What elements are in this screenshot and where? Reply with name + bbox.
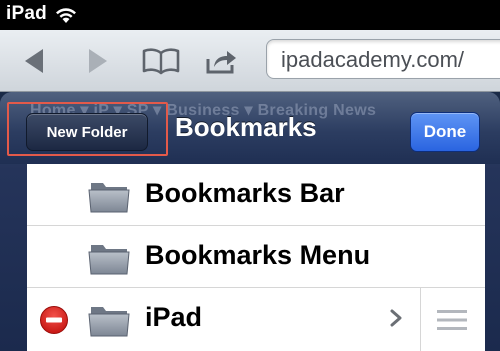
list-item-label: iPad xyxy=(145,302,203,332)
share-button[interactable] xyxy=(200,41,244,81)
bookmarks-list: Bookmarks Bar Bookmarks Menu iPad xyxy=(27,164,485,351)
open-book-icon xyxy=(142,48,180,75)
device-name: iPad xyxy=(6,3,47,24)
browser-toolbar: ipadacademy.com/ xyxy=(0,30,500,92)
divider xyxy=(420,288,421,351)
reorder-handle-icon[interactable] xyxy=(437,309,467,336)
folder-icon xyxy=(87,237,131,282)
list-item-ipad[interactable]: iPad xyxy=(27,288,485,351)
popover-title: Bookmarks xyxy=(175,112,317,142)
list-item-bookmarks-menu[interactable]: Bookmarks Menu xyxy=(27,226,485,288)
done-button[interactable]: Done xyxy=(410,112,480,152)
folder-icon xyxy=(87,299,131,344)
list-item-bookmarks-bar[interactable]: Bookmarks Bar xyxy=(27,164,485,226)
share-arrow-icon xyxy=(206,51,236,74)
highlight-annotation xyxy=(7,102,168,156)
folder-icon xyxy=(87,175,131,220)
delete-icon[interactable] xyxy=(39,305,69,340)
bookmarks-button[interactable] xyxy=(139,41,183,81)
chevron-right-icon xyxy=(389,308,403,333)
wifi-icon xyxy=(54,5,78,30)
back-button[interactable] xyxy=(12,41,56,81)
list-item-label: Bookmarks Menu xyxy=(145,240,371,270)
back-arrow-icon xyxy=(25,49,43,73)
forward-button[interactable] xyxy=(76,41,120,81)
forward-arrow-icon xyxy=(89,49,107,73)
list-item-label: Bookmarks Bar xyxy=(145,178,345,208)
status-bar: iPad xyxy=(0,0,500,30)
url-field[interactable]: ipadacademy.com/ xyxy=(266,39,500,79)
